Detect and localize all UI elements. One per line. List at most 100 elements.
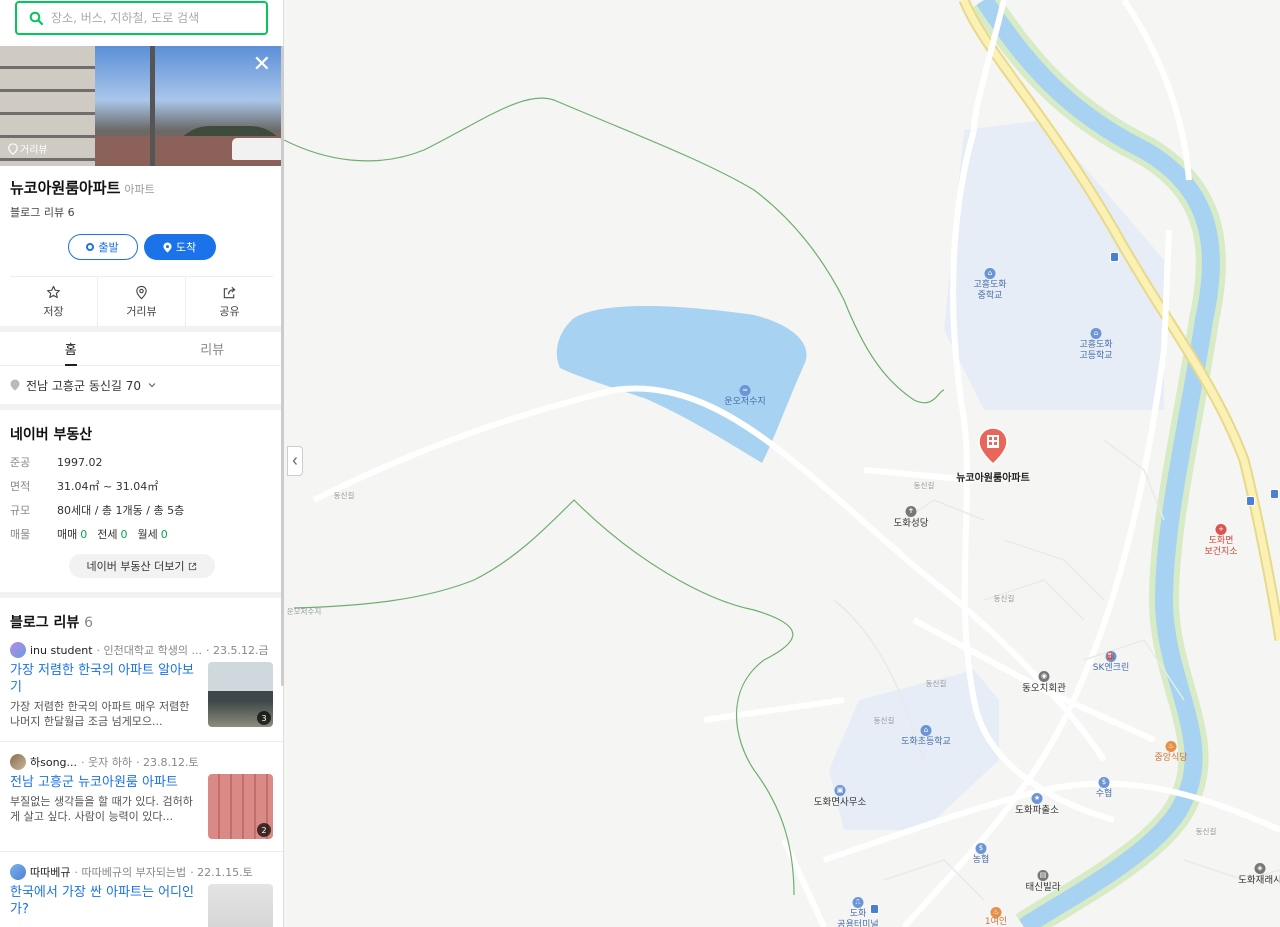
share-button[interactable]: 공유 (186, 277, 273, 326)
arrive-label: 도착 (175, 241, 197, 254)
panel-scrollbar[interactable] (281, 46, 284, 686)
chevron-down-icon[interactable] (147, 380, 157, 390)
listing-sale-count[interactable]: 0 (80, 528, 87, 541)
search-box[interactable] (15, 1, 268, 35)
listing-sale-label[interactable]: 매매 (57, 526, 77, 542)
poi-label[interactable]: 태신빌라 (1026, 882, 1061, 893)
bus-stop-icon[interactable] (1270, 489, 1279, 499)
save-button[interactable]: 저장 (10, 277, 98, 326)
blog-date: · 22.1.15.토 (190, 866, 253, 879)
blog-headline[interactable]: 전남 고흥군 뉴코아원룸 아파트 (10, 774, 202, 791)
listing-wolse-count[interactable]: 0 (161, 528, 168, 541)
place-category: 아파트 (124, 183, 155, 196)
bank-icon[interactable]: $ (975, 843, 987, 854)
depart-button[interactable]: 출발 (67, 234, 138, 260)
poi-label[interactable]: 수협 (1096, 789, 1113, 800)
lake-icon[interactable]: ≈ (739, 385, 751, 396)
poi-label[interactable]: 중앙식당 (1154, 753, 1187, 764)
star-icon (47, 285, 60, 298)
map-canvas[interactable]: ⌂ 고흥도화 중학교 ⌂ 고흥도화 고등학교 ≈ 운오저수지 ✝ 도화성당 + 도화… (284, 0, 1280, 927)
street-view-photo[interactable]: ✕ 거리뷰 (0, 46, 283, 166)
police-icon[interactable]: ★ (1031, 793, 1043, 804)
search-icon[interactable] (29, 11, 43, 25)
office-icon[interactable]: ▣ (834, 785, 846, 796)
blog-author[interactable]: 하song... (30, 754, 77, 770)
poi-label[interactable]: 도화초등학교 (901, 737, 951, 748)
real-estate-key: 준공 (10, 456, 31, 469)
address-text: 전남 고흥군 동신길 70 (26, 378, 142, 393)
street-view-button[interactable]: 거리뷰 (98, 277, 186, 326)
external-link-icon (188, 562, 196, 570)
street-view-badge[interactable]: 거리뷰 (8, 141, 48, 156)
route-buttons: 출발 도착 (0, 234, 283, 260)
poi-label[interactable]: 도화재래시 (1238, 875, 1280, 886)
poi-label[interactable]: 고흥도화 고등학교 (1079, 340, 1112, 362)
school-icon[interactable]: ⌂ (984, 268, 996, 279)
tab-home[interactable]: 홈 (0, 332, 142, 365)
search-input[interactable] (51, 11, 251, 25)
bus-terminal-icon[interactable]: ⎍ (852, 897, 864, 908)
blog-thumbnail[interactable] (208, 884, 273, 927)
real-estate-value: 31.04㎡ ~ 31.04㎡ (57, 480, 159, 493)
poi-label[interactable]: 농협 (973, 855, 990, 866)
blog-thumbnail[interactable]: 2 (208, 774, 273, 839)
listing-jeonse-label[interactable]: 전세 (97, 526, 117, 542)
arrive-button[interactable]: 도착 (143, 234, 216, 260)
school-icon[interactable]: ⌂ (920, 725, 932, 736)
market-icon[interactable]: ◈ (1254, 863, 1266, 874)
bus-stop-icon[interactable] (870, 904, 879, 914)
blog-thumbnail[interactable]: 3 (208, 662, 273, 727)
selected-place-label[interactable]: 뉴코아원룸아파트 (956, 469, 1030, 484)
poi-label[interactable]: 동오치회관 (1022, 683, 1066, 694)
blog-review-item[interactable]: inu student · 인천대학교 학생의 ... · 23.5.12.금 … (0, 640, 283, 742)
panel-collapse-button[interactable] (287, 446, 303, 476)
listing-wolse-label[interactable]: 월세 (138, 526, 158, 542)
blog-headline[interactable]: 가장 저렴한 한국의 아파트 알아보기 (10, 662, 202, 696)
poi-label[interactable]: 1여인 (985, 917, 1007, 927)
poi-label[interactable]: 도화면사무소 (814, 797, 866, 808)
gas-station-icon[interactable]: ⛽ (1105, 651, 1117, 662)
bank-icon[interactable]: $ (1098, 777, 1110, 788)
poi-label[interactable]: 고흥도화 중학교 (973, 280, 1006, 302)
real-estate-more-button[interactable]: 네이버 부동산 더보기 (68, 554, 215, 578)
address-row[interactable]: 전남 고흥군 동신길 70 (0, 366, 283, 404)
poi-label[interactable]: SK엔크린 (1093, 663, 1129, 674)
road-label: 동신길 (913, 481, 935, 490)
hospital-icon[interactable]: + (1215, 524, 1227, 535)
poi-label[interactable]: 운오저수지 (724, 397, 765, 408)
road-label: 운오저수지 (286, 607, 322, 616)
map-base-layer (284, 0, 1280, 927)
blog-text: 가장 저렴한 한국의 아파트 알아보기 가장 저렴한 한국의 아파트 매우 저렴… (10, 662, 202, 729)
real-estate-value: 1997.02 (57, 455, 103, 469)
blog-body: 한국에서 가장 싼 아파트는 어디인가? (10, 882, 273, 927)
restaurant-icon[interactable]: ♨ (1165, 741, 1177, 752)
photo-car (232, 138, 283, 160)
blog-author[interactable]: inu student (30, 644, 93, 657)
hall-icon[interactable]: ◉ (1038, 671, 1050, 682)
bus-stop-icon[interactable] (1110, 252, 1119, 262)
church-icon[interactable]: ✝ (905, 506, 917, 517)
building-icon[interactable]: ▤ (1037, 870, 1049, 881)
blog-review-item[interactable]: 따따베규 · 따따베규의 부자되는법 · 22.1.15.토 한국에서 가장 싼… (0, 852, 283, 927)
place-tabs: 홈 리뷰 (0, 332, 283, 366)
road-label: 동신길 (873, 716, 895, 725)
bus-stop-icon[interactable] (1246, 496, 1255, 506)
poi-label[interactable]: 도화파출소 (1015, 805, 1059, 816)
real-estate-row: 면적 31.04㎡ ~ 31.04㎡ (0, 474, 283, 498)
school-icon[interactable]: ⌂ (1090, 328, 1102, 339)
blog-review-item[interactable]: 하song... · 웃자 하하 · 23.8.12.토 전남 고흥군 뉴코아원… (0, 742, 283, 852)
tab-review[interactable]: 리뷰 (142, 332, 284, 365)
close-icon[interactable]: ✕ (253, 54, 271, 76)
blog-text: 전남 고흥군 뉴코아원룸 아파트 부질없는 생각들을 할 때가 있다. 검허하게… (10, 774, 202, 839)
blog-meta: 따따베규 · 따따베규의 부자되는법 · 22.1.15.토 (10, 862, 273, 882)
share-label: 공유 (219, 304, 240, 318)
blog-headline[interactable]: 한국에서 가장 싼 아파트는 어디인가? (10, 884, 202, 918)
real-estate-value: 80세대 / 총 1개동 / 총 5층 (57, 504, 185, 517)
selected-place-pin[interactable] (978, 427, 1008, 465)
road-label: 동신길 (333, 491, 355, 500)
listing-jeonse-count[interactable]: 0 (121, 528, 128, 541)
blog-review-count[interactable]: 블로그 리뷰 6 (0, 198, 283, 220)
poi-label[interactable]: 도화면 보건지소 (1204, 536, 1237, 558)
poi-label[interactable]: 도화성당 (894, 518, 929, 529)
blog-author[interactable]: 따따베규 (30, 864, 70, 880)
